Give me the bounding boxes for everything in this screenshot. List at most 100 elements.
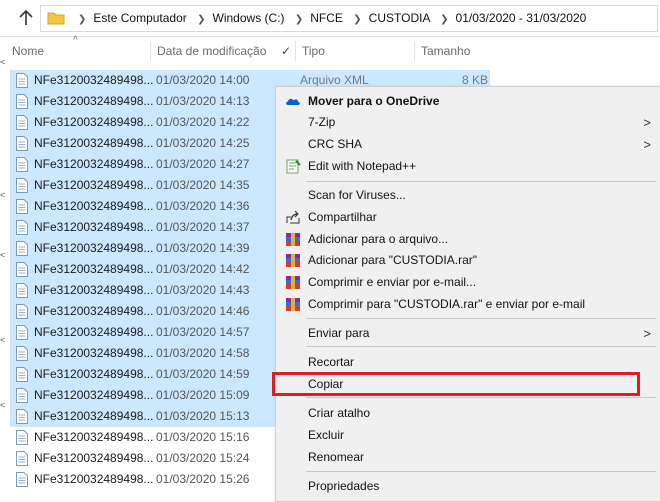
file-name: NFe3120032489498... bbox=[34, 430, 154, 444]
menu-item-label: Scan for Viruses... bbox=[308, 188, 406, 202]
file-name: NFe3120032489498... bbox=[34, 262, 154, 276]
file-name: NFe3120032489498... bbox=[34, 451, 154, 465]
menu-item-scan-for-viruses[interactable]: Scan for Viruses... bbox=[276, 185, 660, 206]
menu-item-crc-sha[interactable]: CRC SHA > bbox=[276, 134, 660, 155]
menu-item-label: CRC SHA bbox=[308, 137, 363, 151]
column-divider[interactable] bbox=[295, 41, 296, 61]
file-date: 01/03/2020 14:27 bbox=[156, 157, 250, 171]
menu-item-label: Adicionar para "CUSTODIA.rar" bbox=[308, 253, 478, 267]
notepadpp-icon bbox=[285, 159, 301, 174]
menu-separator bbox=[306, 181, 656, 182]
file-date: 01/03/2020 14:36 bbox=[156, 199, 250, 213]
file-name: NFe3120032489498... bbox=[34, 304, 154, 318]
file-date: 01/03/2020 15:13 bbox=[156, 409, 250, 423]
xml-file-icon bbox=[16, 94, 28, 109]
winrar-icon bbox=[285, 232, 301, 247]
menu-item-adicionar-para-o-arquivo[interactable]: Adicionar para o arquivo... bbox=[276, 229, 660, 250]
menu-item-label: Edit with Notepad++ bbox=[308, 159, 417, 173]
submenu-arrow-icon: > bbox=[643, 137, 651, 152]
scroll-edge-icon: < bbox=[0, 250, 6, 260]
file-date: 01/03/2020 14:22 bbox=[156, 115, 250, 129]
breadcrumb-item[interactable]: Windows (C:) bbox=[213, 11, 285, 25]
menu-item-mover-para-o-onedrive[interactable]: Mover para o OneDrive bbox=[276, 91, 660, 112]
xml-file-icon bbox=[16, 304, 28, 319]
menu-item-comprimir-para-custodia-rar-e-enviar-por-e-mail[interactable]: Comprimir para "CUSTODIA.rar" e enviar p… bbox=[276, 294, 660, 315]
file-name: NFe3120032489498... bbox=[34, 94, 154, 108]
menu-item-label: Recortar bbox=[308, 355, 355, 369]
address-bar[interactable]: ❯ Este Computador ❯ Windows (C:) ❯ NFCE ❯ CU… bbox=[40, 5, 658, 32]
file-date: 01/03/2020 15:26 bbox=[156, 472, 250, 486]
file-date: 01/03/2020 14:46 bbox=[156, 304, 250, 318]
file-name: NFe3120032489498... bbox=[34, 472, 154, 486]
column-date[interactable]: Data de modificação bbox=[157, 37, 266, 65]
xml-file-icon bbox=[16, 430, 28, 445]
file-date: 01/03/2020 14:57 bbox=[156, 325, 250, 339]
column-type[interactable]: Tipo bbox=[302, 37, 325, 65]
column-size[interactable]: Tamanho bbox=[421, 37, 470, 65]
file-name: NFe3120032489498... bbox=[34, 199, 154, 213]
chevron-right-icon[interactable]: ❯ bbox=[353, 14, 361, 25]
xml-file-icon bbox=[16, 388, 28, 403]
xml-file-icon bbox=[16, 283, 28, 298]
menu-item-label: 7-Zip bbox=[308, 115, 336, 129]
xml-file-icon bbox=[16, 157, 28, 172]
xml-file-icon bbox=[16, 262, 28, 277]
up-arrow-icon[interactable] bbox=[18, 9, 34, 27]
menu-item-label: Criar atalho bbox=[308, 406, 371, 420]
chevron-right-icon[interactable]: ❯ bbox=[78, 14, 86, 25]
submenu-arrow-icon: > bbox=[643, 115, 651, 130]
menu-item-adicionar-para-custodia-rar[interactable]: Adicionar para "CUSTODIA.rar" bbox=[276, 250, 660, 271]
menu-item-compartilhar[interactable]: Compartilhar bbox=[276, 207, 660, 228]
xml-file-icon bbox=[16, 409, 28, 424]
file-name: NFe3120032489498... bbox=[34, 283, 154, 297]
scroll-edge-icon: < bbox=[0, 57, 6, 67]
file-name: NFe3120032489498... bbox=[34, 157, 154, 171]
xml-file-icon bbox=[16, 178, 28, 193]
chevron-right-icon[interactable]: ❯ bbox=[197, 14, 205, 25]
column-divider[interactable] bbox=[414, 41, 415, 61]
file-name: NFe3120032489498... bbox=[34, 115, 154, 129]
xml-file-icon bbox=[16, 367, 28, 382]
menu-item-excluir[interactable]: Excluir bbox=[276, 425, 660, 446]
column-divider[interactable] bbox=[150, 41, 151, 61]
winrar-icon bbox=[285, 297, 301, 312]
winrar-icon bbox=[285, 253, 301, 268]
scroll-edge-icon: < bbox=[0, 190, 6, 200]
file-name: NFe3120032489498... bbox=[34, 220, 154, 234]
xml-file-icon bbox=[16, 136, 28, 151]
column-name[interactable]: Nome bbox=[12, 37, 44, 65]
file-name: NFe3120032489498... bbox=[34, 367, 154, 381]
xml-file-icon bbox=[16, 241, 28, 256]
menu-separator bbox=[306, 318, 656, 319]
menu-item-label: Comprimir e enviar por e-mail... bbox=[308, 275, 477, 289]
menu-item-label: Enviar para bbox=[308, 326, 370, 340]
file-date: 01/03/2020 14:39 bbox=[156, 241, 250, 255]
menu-item-renomear[interactable]: Renomear bbox=[276, 447, 660, 468]
menu-item-label: Adicionar para o arquivo... bbox=[308, 232, 449, 246]
file-date: 01/03/2020 14:43 bbox=[156, 283, 250, 297]
menu-item-criar-atalho[interactable]: Criar atalho bbox=[276, 403, 660, 424]
chevron-right-icon[interactable]: ❯ bbox=[295, 14, 303, 25]
menu-item-enviar-para[interactable]: Enviar para > bbox=[276, 323, 660, 344]
file-date: 01/03/2020 14:58 bbox=[156, 346, 250, 360]
menu-item-label: Compartilhar bbox=[308, 210, 377, 224]
menu-item-propriedades[interactable]: Propriedades bbox=[276, 476, 660, 497]
menu-item-edit-with-notepad[interactable]: Edit with Notepad++ bbox=[276, 156, 660, 177]
chevron-right-icon[interactable]: ❯ bbox=[440, 14, 448, 25]
menu-item-recortar[interactable]: Recortar bbox=[276, 352, 660, 373]
breadcrumb-item[interactable]: Este Computador bbox=[93, 11, 186, 25]
menu-item-7-zip[interactable]: 7-Zip > bbox=[276, 112, 660, 133]
file-name: NFe3120032489498... bbox=[34, 241, 154, 255]
breadcrumb-item[interactable]: CUSTODIA bbox=[369, 11, 430, 25]
submenu-arrow-icon: > bbox=[643, 326, 651, 341]
address-bar-area: ❯ Este Computador ❯ Windows (C:) ❯ NFCE ❯ CU… bbox=[0, 0, 660, 37]
menu-item-label: Comprimir para "CUSTODIA.rar" e enviar p… bbox=[308, 297, 586, 311]
winrar-icon bbox=[285, 275, 301, 290]
breadcrumb-item[interactable]: 01/03/2020 - 31/03/2020 bbox=[456, 11, 587, 25]
scroll-edge-icon: < bbox=[0, 400, 6, 410]
menu-item-comprimir-e-enviar-por-e-mail[interactable]: Comprimir e enviar por e-mail... bbox=[276, 272, 660, 293]
scroll-edge-icon: < bbox=[0, 335, 6, 345]
menu-item-label: Mover para o OneDrive bbox=[308, 94, 440, 108]
file-name: NFe3120032489498... bbox=[34, 136, 154, 150]
breadcrumb-item[interactable]: NFCE bbox=[310, 11, 343, 25]
